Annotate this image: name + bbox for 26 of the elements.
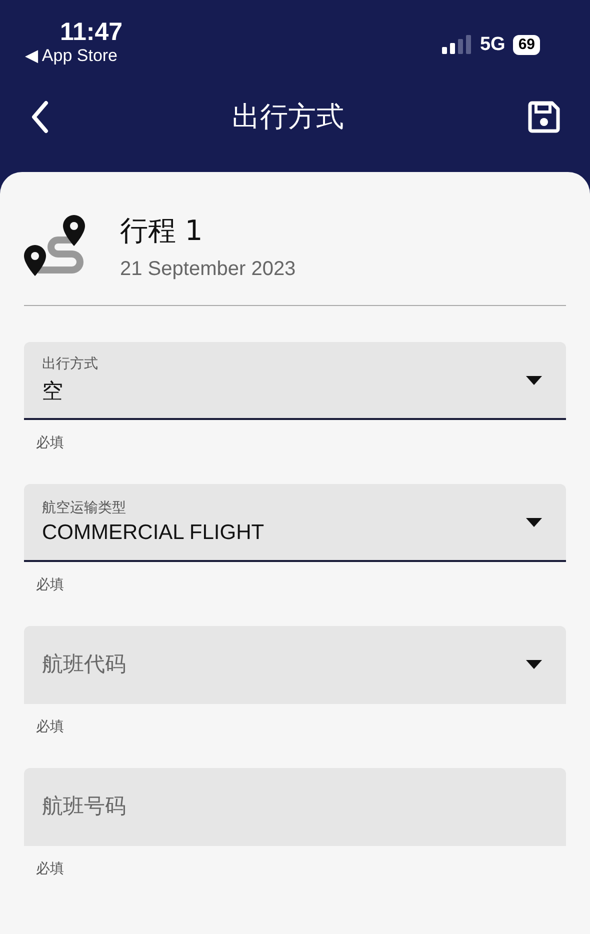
helper-text: 必填 (35, 575, 65, 594)
route-icon (24, 214, 86, 278)
field-label: 出行方式 (42, 355, 99, 373)
trip-date: 21 September 2023 (120, 258, 296, 281)
field-value: 空 (42, 379, 64, 405)
helper-text: 必填 (35, 717, 65, 736)
caret-icon (526, 660, 542, 669)
status-time: 11:47 (59, 18, 123, 46)
input-field[interactable]: 航班号码 (24, 768, 566, 846)
trip-title: 行程 1 (120, 213, 204, 249)
select-field[interactable]: 航班代码 (24, 626, 566, 704)
back-button[interactable] (30, 100, 50, 134)
network-label: 5G (480, 34, 506, 56)
select-field[interactable]: 出行方式 空 (24, 342, 566, 420)
signal-icon (442, 35, 472, 55)
select-field[interactable]: 航空运输类型 COMMERCIAL FLIGHT (24, 484, 566, 562)
save-button[interactable] (526, 99, 562, 135)
helper-text: 必填 (35, 433, 65, 452)
back-to-app-link[interactable]: ◀ App Store (25, 46, 118, 66)
caret-icon (526, 518, 542, 526)
helper-text: 必填 (35, 859, 65, 878)
caret-icon (526, 376, 542, 384)
page-title: 出行方式 (232, 99, 344, 135)
battery-indicator: 69 (513, 35, 540, 55)
field-label: 航空运输类型 (42, 499, 127, 517)
field-value: COMMERCIAL FLIGHT (42, 521, 266, 545)
